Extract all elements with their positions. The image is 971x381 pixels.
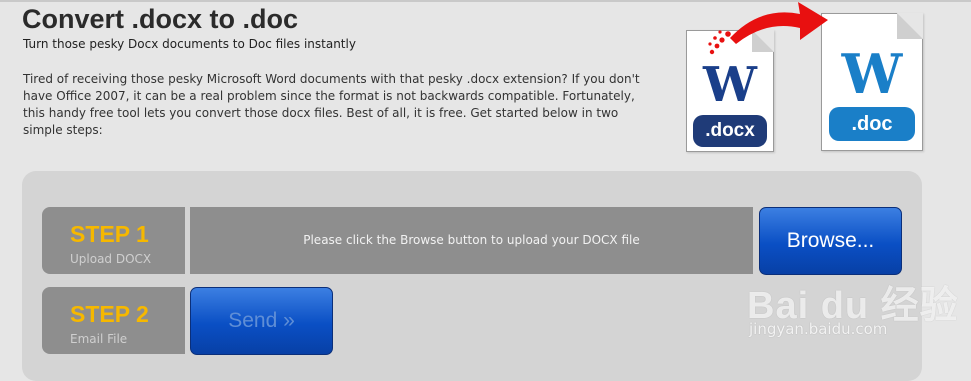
page-subtitle: Turn those pesky Docx documents to Doc f…	[23, 37, 356, 51]
word-w-letter: W	[841, 42, 903, 106]
step-1-label: STEP 1 Upload DOCX	[42, 207, 185, 274]
page-title: Convert .docx to .doc	[22, 4, 299, 34]
page-fold	[897, 13, 923, 39]
watermark-url: jingyan.baidu.com	[749, 320, 888, 338]
convert-arrow-icon	[708, 2, 828, 55]
doc-extension-badge: .doc	[829, 107, 915, 141]
upload-file-area[interactable]: Please click the Browse button to upload…	[190, 207, 753, 274]
doc-file-icon: W .doc	[821, 13, 923, 151]
docx-extension-badge: .docx	[693, 115, 767, 147]
step-2-label: STEP 2 Email File	[42, 287, 185, 354]
intro-paragraph: Tired of receiving those pesky Microsoft…	[23, 72, 640, 137]
step-description: Email File	[70, 332, 128, 346]
step-number: STEP 1	[70, 221, 149, 247]
step-description: Upload DOCX	[70, 252, 152, 266]
baidu-watermark: Bai du 经验 jingyan.baidu.com	[735, 262, 958, 352]
step-number: STEP 2	[70, 301, 149, 327]
send-button[interactable]: Send »	[190, 287, 333, 355]
